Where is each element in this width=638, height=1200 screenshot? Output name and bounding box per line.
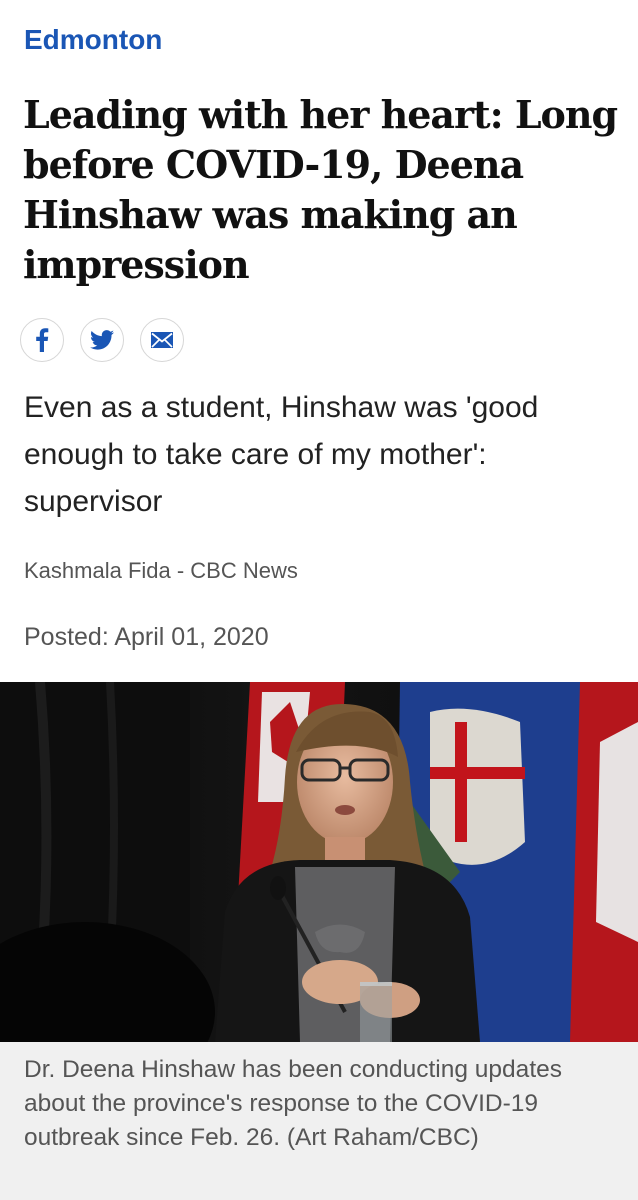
article-byline: Kashmala Fida - CBC News [24,558,298,583]
share-twitter-button[interactable] [80,318,124,362]
twitter-icon [90,330,114,350]
facebook-icon [35,328,49,352]
photo-caption: Dr. Deena Hinshaw has been conducting up… [24,1056,562,1151]
article-headline: Leading with her heart: Long before COVI… [23,92,618,287]
article-photo [0,682,638,1042]
share-email-button[interactable] [140,318,184,362]
email-icon [151,332,173,348]
share-bar [20,318,184,362]
share-facebook-button[interactable] [20,318,64,362]
article-deck: Even as a student, Hinshaw was 'good eno… [24,391,539,518]
section-link-edmonton[interactable]: Edmonton [24,22,162,58]
article-posted-date: Posted: April 01, 2020 [24,623,269,651]
